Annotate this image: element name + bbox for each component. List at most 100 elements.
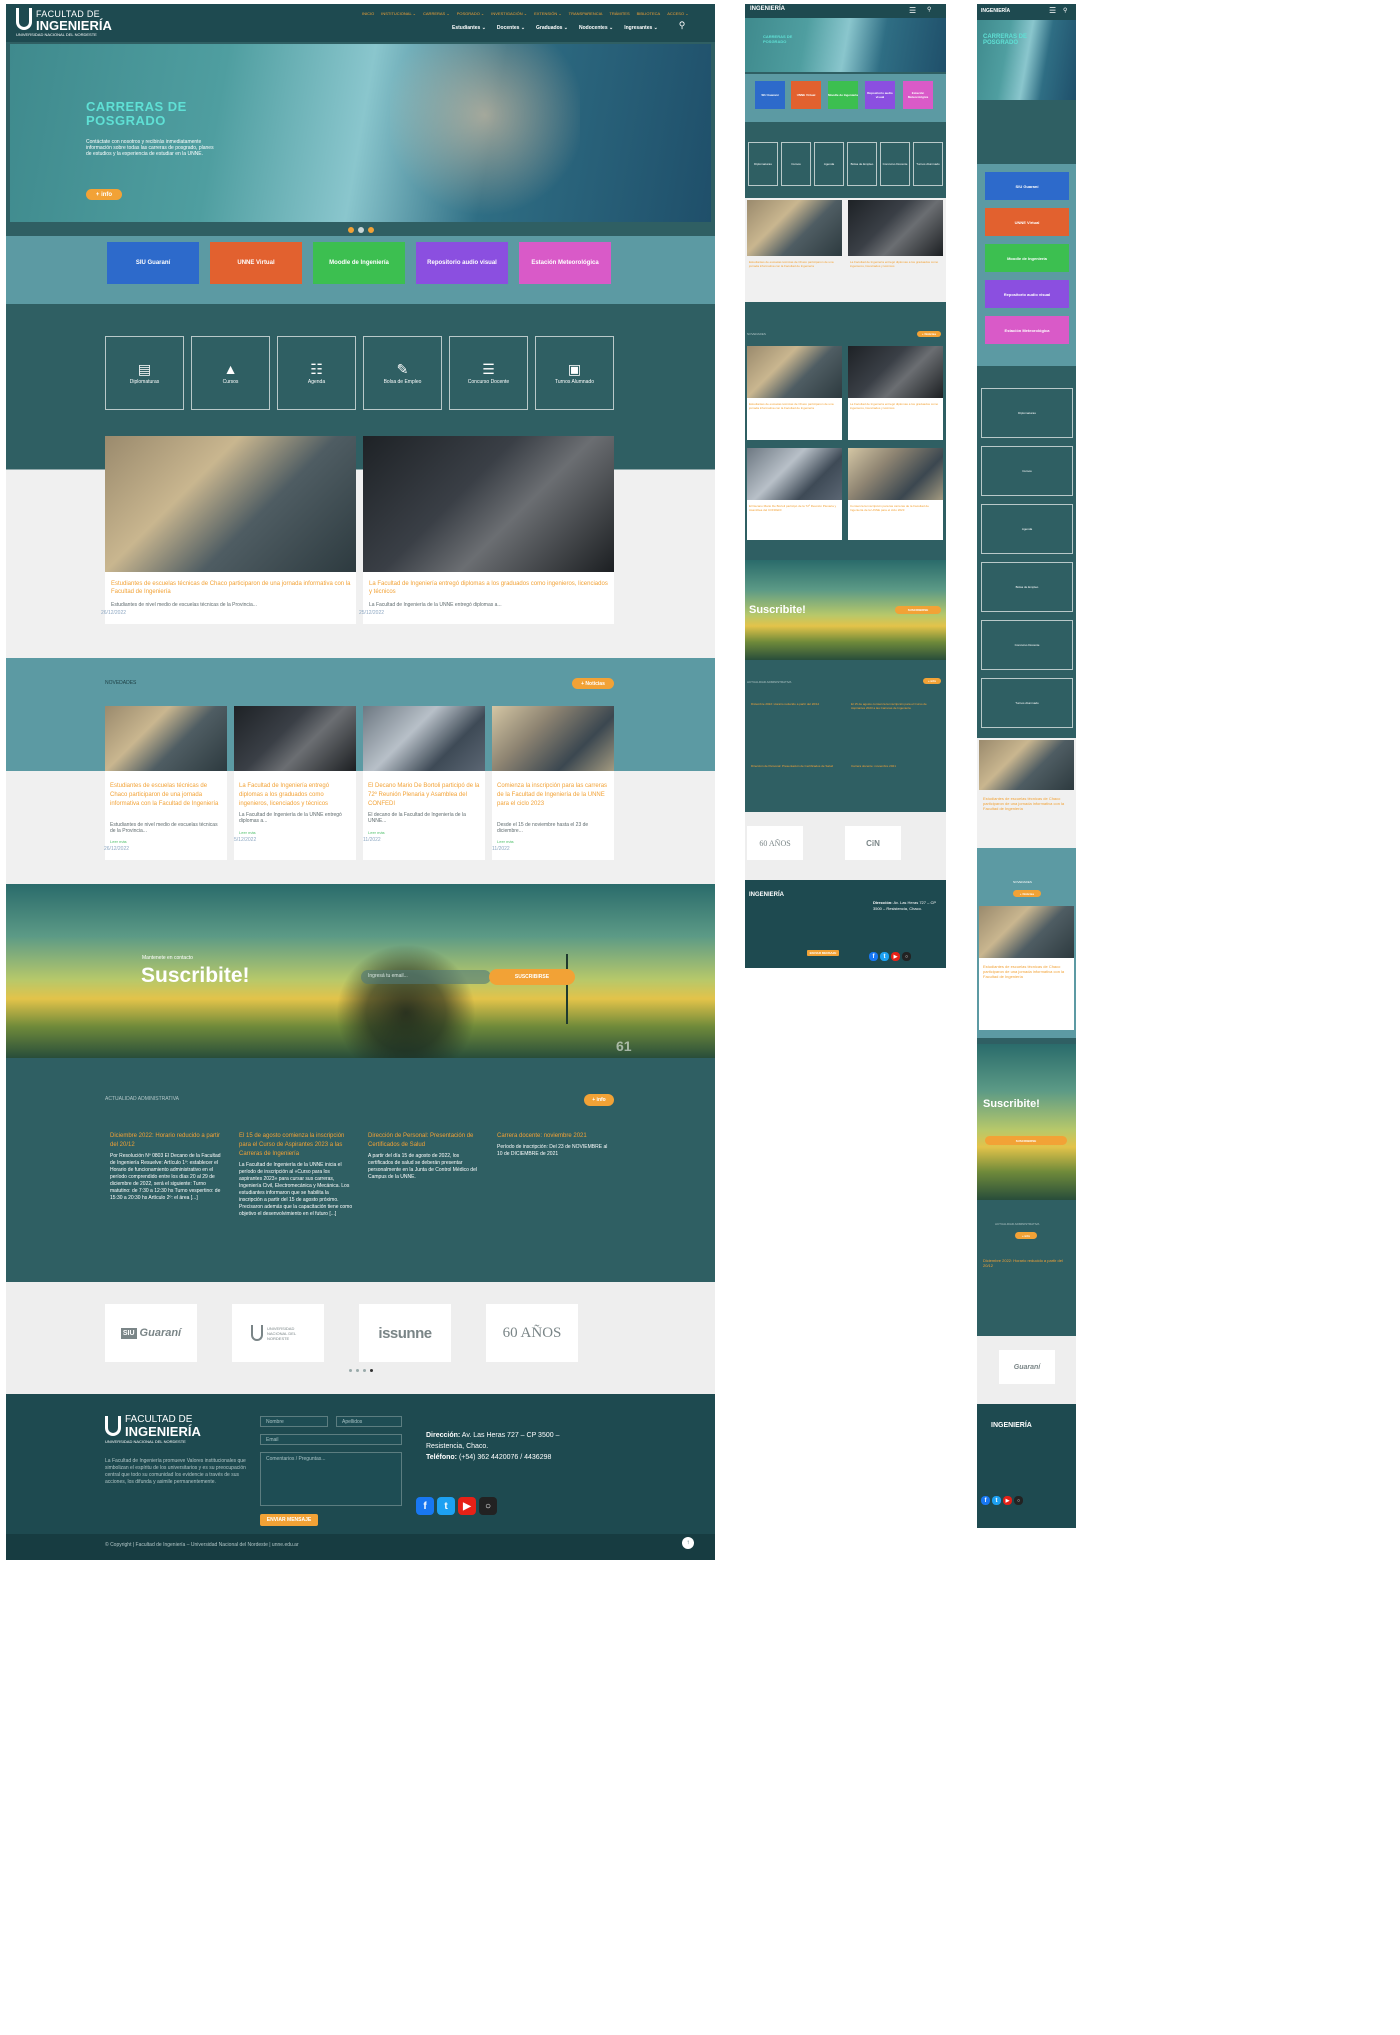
tablet-moodle-button[interactable]: Moodle de Ingeniería (828, 81, 858, 109)
tablet-estacion-button[interactable]: Estación Meteorológica (903, 81, 933, 109)
tablet-admin-title-0[interactable]: Diciembre 2022: Horario reducido a parti… (751, 702, 841, 706)
twitter-icon[interactable]: t (437, 1497, 455, 1515)
partner-60-anos[interactable]: 60 AÑOS (486, 1304, 578, 1362)
footer-send-button[interactable]: ENVIAR MENSAJE (260, 1514, 318, 1526)
quick-link-bolsa[interactable]: ✎ Bolsa de Empleo (363, 336, 442, 410)
admin-title-3[interactable]: Carrera docente: noviembre 2021 (497, 1132, 611, 1141)
tablet-repo-button[interactable]: Repositorio audio visual (865, 81, 895, 109)
mobile-logo[interactable]: INGENIERÍA (981, 8, 1010, 14)
news-read-more-3[interactable]: Leer más (497, 839, 514, 844)
mobile-news-card[interactable]: Estudiantes de escuelas técnicas de Chac… (979, 906, 1074, 1030)
news-card-0[interactable]: Estudiantes de escuelas técnicas de Chac… (104, 706, 227, 860)
top-nav-item-3[interactable]: POSGRADO ⌄ (457, 11, 485, 21)
tablet-menu-icon[interactable]: ☰ (909, 7, 916, 15)
tablet-news-title-3[interactable]: Comienza la inscripción para las carrera… (850, 504, 940, 512)
unne-virtual-button[interactable]: UNNE Virtual (210, 242, 302, 284)
tablet-youtube-icon[interactable]: ▶ (891, 952, 900, 961)
tablet-facebook-icon[interactable]: f (869, 952, 878, 961)
mobile-facebook-icon[interactable]: f (981, 1496, 990, 1505)
quick-link-concurso[interactable]: ☰ Concurso Docente (449, 336, 528, 410)
top-nav-item-8[interactable]: BIBLIOTECA (637, 11, 661, 21)
footer-email-input[interactable]: Email (260, 1434, 402, 1445)
mobile-noticias-button[interactable]: + Noticias (1013, 890, 1041, 897)
tablet-admin-title-1[interactable]: El 15 de agosto comienza la inscripción … (851, 702, 941, 710)
footer-lastname-input[interactable]: Apellidos (336, 1416, 402, 1427)
tablet-twitter-icon[interactable]: t (880, 952, 889, 961)
quick-link-agenda[interactable]: ☷ Agenda (277, 336, 356, 410)
mobile-admin-button[interactable]: + info (1015, 1232, 1037, 1239)
mobile-instagram-icon[interactable]: ○ (1014, 1496, 1023, 1505)
subscribe-button[interactable]: SUSCRIBIRSE (489, 969, 575, 985)
tablet-ql-0[interactable]: Diplomaturas (748, 142, 778, 186)
tablet-admin-title-2[interactable]: Dirección de Personal: Presentación de C… (751, 764, 841, 768)
top-nav-item-1[interactable]: INSTITUCIONAL ⌄ (381, 11, 416, 21)
tablet-subscribe-button[interactable]: SUSCRIBIRSE (895, 606, 941, 614)
facebook-icon[interactable]: f (416, 1497, 434, 1515)
footer-name-input[interactable]: Nombre (260, 1416, 328, 1427)
news-card-2[interactable]: El Decano Mario De Bortoli participó de … (363, 706, 485, 860)
partners-dots[interactable] (336, 1366, 386, 1374)
featured-title-0[interactable]: Estudiantes de escuelas técnicas de Chac… (111, 580, 351, 596)
mobile-ql-5[interactable]: Turnos Alumnado (981, 678, 1073, 728)
news-title-1[interactable]: La Facultad de Ingeniería entregó diplom… (239, 782, 353, 809)
mobile-featured-title[interactable]: Estudiantes de escuelas técnicas de Chac… (983, 796, 1071, 811)
admin-info-button[interactable]: + info (584, 1094, 614, 1106)
mobile-search-icon[interactable]: ⚲ (1063, 8, 1067, 14)
mobile-youtube-icon[interactable]: ▶ (1003, 1496, 1012, 1505)
mobile-subscribe-button[interactable]: SUSCRIBIRSE (985, 1136, 1067, 1145)
estacion-button[interactable]: Estación Meteorológica (519, 242, 611, 284)
siu-guarani-button[interactable]: SIU Guaraní (107, 242, 199, 284)
news-title-0[interactable]: Estudiantes de escuelas técnicas de Chac… (110, 782, 224, 809)
mobile-unne-button[interactable]: UNNE Virtual (985, 208, 1069, 236)
admin-title-2[interactable]: Dirección de Personal: Presentación de C… (368, 1132, 482, 1150)
tablet-footer-send-button[interactable]: ENVIAR MENSAJE (807, 950, 839, 956)
admin-title-0[interactable]: Diciembre 2022: Horario reducido a parti… (110, 1132, 224, 1150)
tablet-partner-60[interactable]: 60 AÑOS (747, 826, 803, 860)
mobile-footer-logo[interactable]: INGENIERÍA (991, 1422, 1032, 1429)
instagram-icon[interactable]: ○ (479, 1497, 497, 1515)
tablet-instagram-icon[interactable]: ○ (902, 952, 911, 961)
mobile-ql-4[interactable]: Concurso Docente (981, 620, 1073, 670)
news-card-3[interactable]: Comienza la inscripción para las carrera… (492, 706, 614, 860)
tablet-news-title-0[interactable]: Estudiantes de escuelas técnicas de Chac… (749, 402, 839, 410)
repositorio-button[interactable]: Repositorio audio visual (416, 242, 508, 284)
tablet-featured-title-0[interactable]: Estudiantes de escuelas técnicas de Chac… (749, 260, 839, 268)
news-title-2[interactable]: El Decano Mario De Bortoli participó de … (368, 782, 482, 809)
main-nav-item-0[interactable]: Estudiantes ⌄ (452, 25, 486, 35)
admin-title-1[interactable]: El 15 de agosto comienza la inscripción … (239, 1132, 353, 1159)
top-nav-item-6[interactable]: TRANSPARENCIA (569, 11, 603, 21)
tablet-noticias-button[interactable]: + Noticias (917, 331, 941, 337)
featured-title-1[interactable]: La Facultad de Ingeniería entregó diplom… (369, 580, 609, 596)
news-read-more-0[interactable]: Leer más (110, 839, 127, 844)
main-nav-item-1[interactable]: Docentes ⌄ (497, 25, 525, 35)
tablet-partner-cin[interactable]: CiN (845, 826, 901, 860)
mobile-ql-3[interactable]: Bolsa de Empleo (981, 562, 1073, 612)
hero-dots[interactable] (336, 226, 386, 234)
tablet-news-title-1[interactable]: La Facultad de Ingeniería entregó diplom… (850, 402, 940, 410)
mobile-ql-1[interactable]: Cursos (981, 446, 1073, 496)
quick-link-turnos[interactable]: ▣ Turnos Alumnado (535, 336, 614, 410)
tablet-ql-1[interactable]: Cursos (781, 142, 811, 186)
site-logo[interactable]: FACULTAD DE INGENIERÍA UNIVERSIDAD NACIO… (16, 8, 126, 38)
tablet-news-title-2[interactable]: El Decano Mario De Bortoli participó de … (749, 504, 839, 512)
tablet-ql-2[interactable]: Agenda (814, 142, 844, 186)
featured-card-1[interactable]: La Facultad de Ingeniería entregó diplom… (359, 436, 614, 624)
mobile-ql-2[interactable]: Agenda (981, 504, 1073, 554)
main-nav-item-2[interactable]: Graduados ⌄ (536, 25, 568, 35)
mobile-partner-siu[interactable]: Guaraní (999, 1350, 1055, 1384)
search-icon[interactable]: ⚲ (676, 19, 688, 31)
top-nav-item-5[interactable]: EXTENSIÓN ⌄ (534, 11, 562, 21)
news-read-more-2[interactable]: Leer más (368, 830, 385, 835)
top-nav-item-4[interactable]: INVESTIGACIÓN ⌄ (491, 11, 527, 21)
main-nav-item-3[interactable]: Nodocentes ⌄ (579, 25, 613, 35)
mobile-siu-button[interactable]: SIU Guaraní (985, 172, 1069, 200)
noticias-button[interactable]: + Noticias (572, 678, 614, 689)
hero-info-button[interactable]: + info (86, 189, 122, 200)
tablet-unne-button[interactable]: UNNE Virtual (791, 81, 821, 109)
top-nav-item-0[interactable]: INICIO (362, 11, 374, 21)
youtube-icon[interactable]: ▶ (458, 1497, 476, 1515)
tablet-ql-5[interactable]: Turnos Alumnado (913, 142, 943, 186)
tablet-ql-4[interactable]: Concurso Docente (880, 142, 910, 186)
tablet-logo[interactable]: INGENIERÍA (750, 6, 785, 12)
mobile-moodle-button[interactable]: Moodle de Ingeniería (985, 244, 1069, 272)
